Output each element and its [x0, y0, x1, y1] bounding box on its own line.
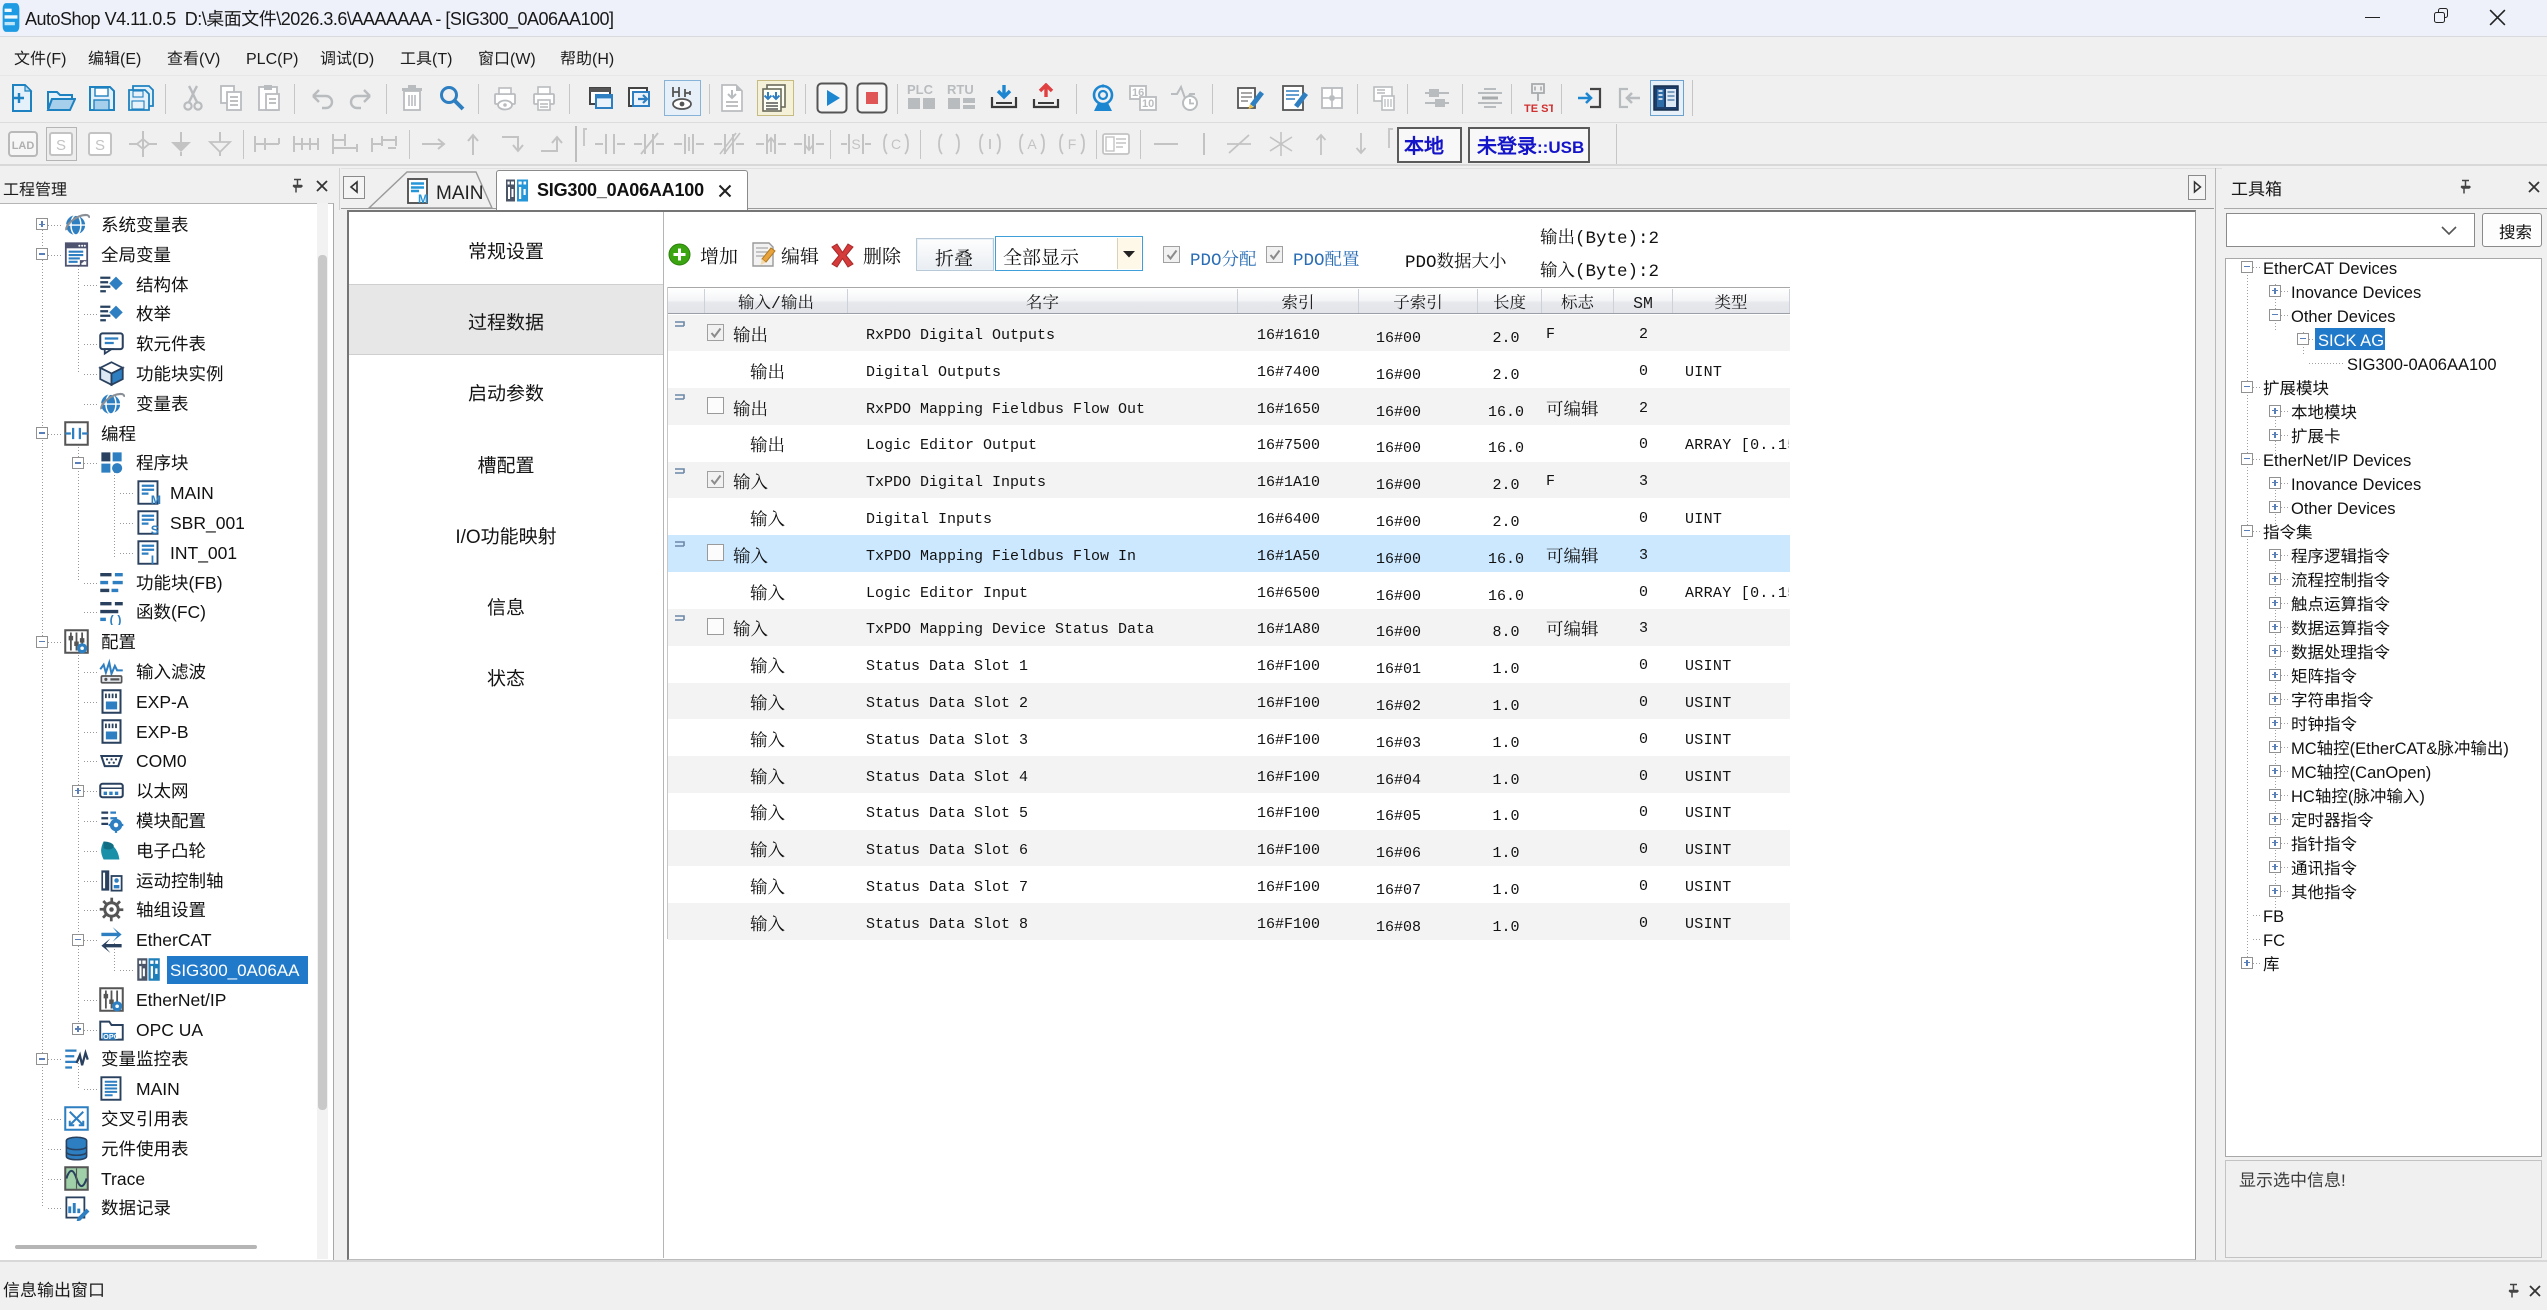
svg-text:M: M	[151, 493, 161, 506]
svg-text:S: S	[56, 137, 66, 154]
svg-text:S: S	[151, 523, 159, 536]
svg-text:C: C	[891, 136, 901, 152]
svg-text:10: 10	[1142, 98, 1154, 110]
svg-text:LAD: LAD	[12, 140, 35, 152]
svg-text:OPC: OPC	[103, 1032, 120, 1041]
svg-text:PLC: PLC	[907, 83, 934, 97]
svg-text:S: S	[95, 137, 105, 154]
svg-text:A: A	[1027, 136, 1037, 152]
svg-text:M: M	[418, 192, 428, 205]
svg-text:S: S	[851, 136, 860, 152]
svg-text:(): ()	[108, 614, 123, 625]
svg-text:I: I	[151, 553, 154, 566]
svg-text:TE ST: TE ST	[1524, 103, 1553, 114]
svg-text:F: F	[1068, 136, 1077, 152]
svg-text:RTU: RTU	[947, 83, 974, 97]
